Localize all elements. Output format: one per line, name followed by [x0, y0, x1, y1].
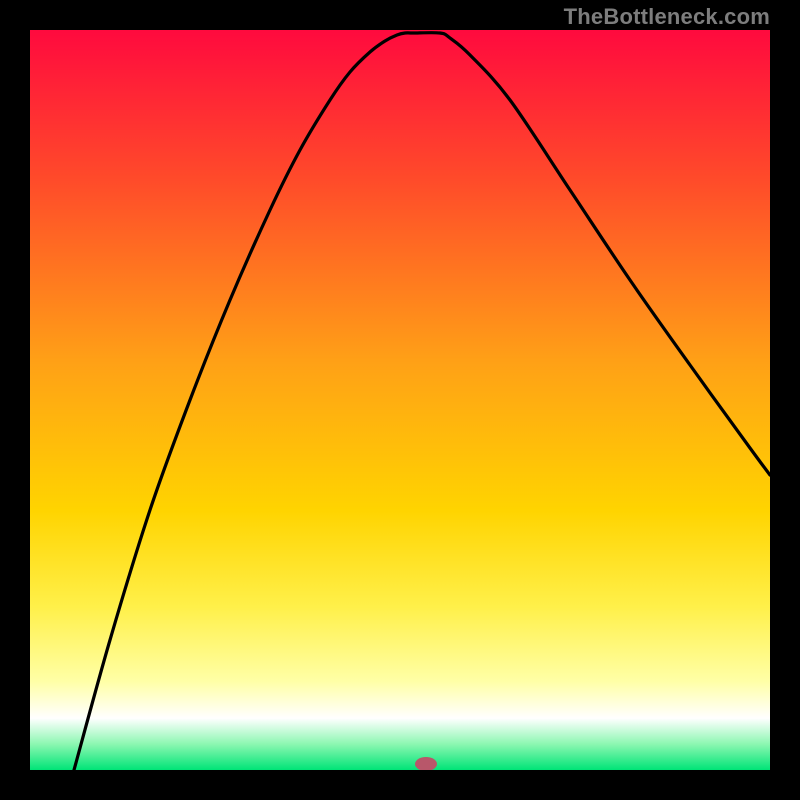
chart-frame: TheBottleneck.com — [0, 0, 800, 800]
plot-area — [30, 30, 770, 770]
gradient-background — [30, 30, 770, 770]
watermark-text: TheBottleneck.com — [564, 4, 770, 30]
chart-svg — [30, 30, 770, 770]
